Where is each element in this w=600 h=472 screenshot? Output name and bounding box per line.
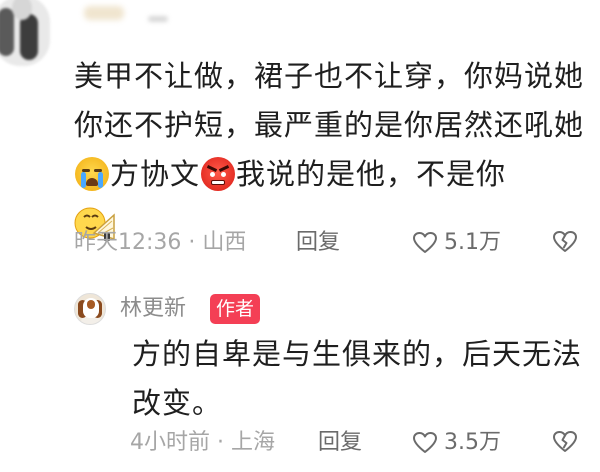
heart-icon (413, 232, 437, 253)
heart-icon (413, 432, 437, 453)
reply-text: 方的自卑是与生俱来的，后天无法改变。 (132, 337, 583, 420)
angry-face-icon (201, 157, 236, 191)
comment-segment-3: 我说的是他，不是你 (236, 157, 507, 191)
comment-segment-1: 美甲不让做，裙子也不让穿，你妈说她你还不护短，最严重的是你居然还吼她 (74, 59, 585, 142)
like-button[interactable]: 3.5万 (412, 429, 501, 457)
crying-face-icon (75, 157, 109, 191)
username-blurred[interactable] (84, 6, 124, 20)
like-count: 3.5万 (444, 430, 501, 455)
broken-heart-icon (553, 231, 577, 252)
reply-button[interactable]: 回复 (318, 429, 362, 457)
dislike-button[interactable] (552, 230, 578, 262)
meta-separator: · (217, 430, 224, 455)
meta-separator: · (188, 230, 196, 255)
comment-text: 美甲不让做，裙子也不让穿，你妈说她你还不护短，最严重的是你居然还吼她方协文 我说的… (74, 52, 584, 248)
author-badge: 作者 (210, 294, 261, 324)
comment-meta: 昨天12:36 · 山西 回复 5.1万 (74, 229, 584, 257)
reply-button[interactable]: 回复 (296, 229, 340, 257)
broken-heart-icon (553, 431, 577, 452)
avatar[interactable] (0, 0, 50, 66)
reply-location: 上海 (231, 430, 276, 455)
like-count: 5.1万 (444, 230, 501, 255)
reply-time: 4小时前 (130, 430, 210, 455)
comment-location: 山西 (202, 230, 247, 255)
username-blurred-tail (148, 16, 168, 22)
author-name[interactable]: 林更新 (120, 295, 186, 323)
like-button[interactable]: 5.1万 (412, 229, 501, 257)
comment-time: 昨天12:36 (74, 230, 182, 255)
author-avatar[interactable] (74, 293, 106, 325)
dislike-button[interactable] (552, 430, 578, 462)
reply-meta: 4小时前 · 上海 回复 3.5万 (130, 429, 584, 457)
comment-segment-2: 方协文 (110, 157, 201, 191)
